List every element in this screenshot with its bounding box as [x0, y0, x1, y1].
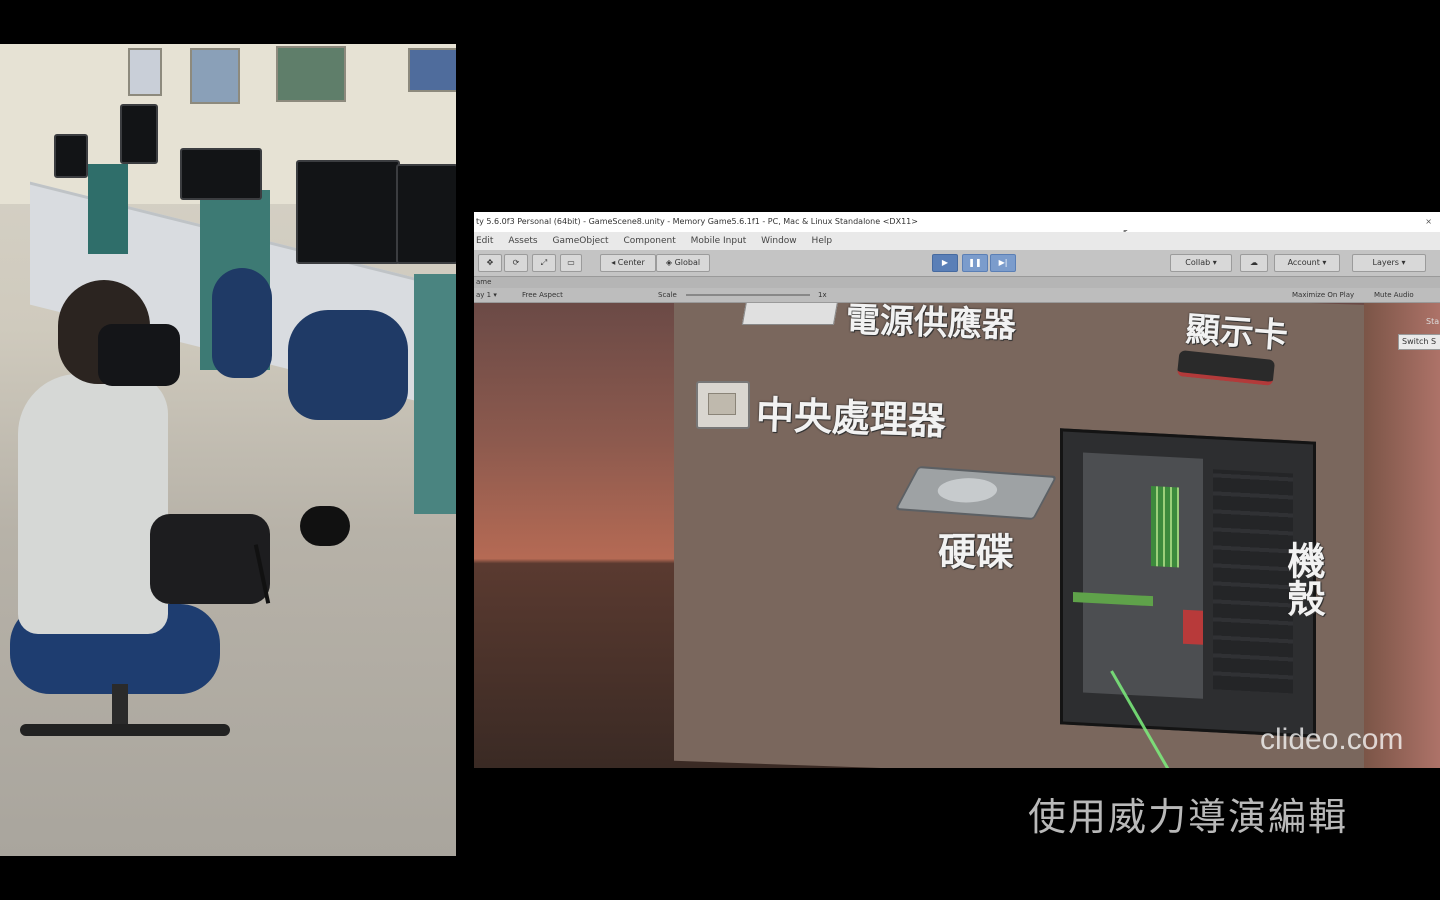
- vr-controller-icon: [300, 506, 350, 546]
- play-button[interactable]: ▶: [932, 254, 958, 272]
- close-button[interactable]: ×: [1425, 212, 1432, 232]
- cpu-model[interactable]: [696, 381, 750, 429]
- clideo-watermark: clideo.com: [1260, 723, 1404, 756]
- label-psu: 電源供應器: [845, 303, 1017, 346]
- label-cpu: 中央處理器: [755, 392, 947, 444]
- label-case: 機殼: [1281, 541, 1325, 617]
- rect-tool-icon[interactable]: ▭: [560, 254, 582, 272]
- monitor: [54, 134, 88, 178]
- case-interior: [1083, 452, 1203, 699]
- rotate-tool-icon[interactable]: ⟳: [504, 254, 528, 272]
- menu-window[interactable]: Window: [761, 236, 797, 246]
- game-viewport[interactable]: 電源供應器 顯示卡 中央處理器 硬碟 機殼 Switch S Sta clide…: [474, 303, 1440, 768]
- person-legs: [150, 514, 270, 604]
- video-subtitle: 使用威力導演編輯: [1028, 795, 1349, 839]
- monitor: [396, 164, 456, 264]
- step-button[interactable]: ▶|: [990, 254, 1016, 272]
- ram-modules: [1151, 486, 1179, 568]
- menu-help[interactable]: Help: [812, 236, 833, 246]
- label-hdd: 硬碟: [938, 530, 1015, 574]
- pivot-center-button[interactable]: ◂ Center: [600, 254, 656, 272]
- menu-mobile-input[interactable]: Mobile Input: [691, 236, 747, 246]
- office-chair: [288, 310, 408, 420]
- red-component: [1183, 609, 1203, 645]
- scale-tool-icon[interactable]: ⤢: [532, 254, 556, 272]
- desk-partition: [414, 274, 456, 514]
- collab-button[interactable]: Collab ▾: [1170, 254, 1232, 272]
- menu-assets[interactable]: Assets: [508, 236, 537, 246]
- cloud-icon[interactable]: ☁: [1240, 254, 1268, 272]
- account-button[interactable]: Account ▾: [1274, 254, 1340, 272]
- sky-background: [1364, 303, 1440, 768]
- wall-poster: [190, 48, 240, 104]
- person: [18, 374, 168, 634]
- menu-edit[interactable]: Edit: [476, 236, 493, 246]
- pivot-global-button[interactable]: ◈ Global: [656, 254, 710, 272]
- chair-base: [20, 724, 230, 736]
- game-tab-row: ame: [474, 277, 1440, 288]
- scale-label: Scale: [658, 291, 677, 299]
- move-tool-icon[interactable]: ✥: [478, 254, 502, 272]
- menu-bar: Edit Assets GameObject Component Mobile …: [474, 232, 1440, 250]
- desk-partition: [88, 164, 128, 254]
- vr-headset-icon: [98, 324, 180, 386]
- window-title: ty 5.6.0f3 Personal (64bit) - GameScene8…: [476, 217, 918, 226]
- title-bar: ty 5.6.0f3 Personal (64bit) - GameScene8…: [474, 212, 1440, 240]
- label-gpu: 顯示卡: [1184, 309, 1290, 357]
- menu-component[interactable]: Component: [623, 236, 675, 246]
- scale-value: 1x: [818, 291, 827, 299]
- tab-game[interactable]: ame: [476, 278, 491, 286]
- wall-poster: [128, 48, 162, 96]
- game-view-bar: ay 1 ▾ Free Aspect Scale 1x Maximize On …: [474, 288, 1440, 303]
- menu-gameobject[interactable]: GameObject: [552, 236, 608, 246]
- psu-model[interactable]: [741, 303, 839, 325]
- switch-button[interactable]: Switch S: [1398, 334, 1440, 350]
- maximize-on-play-toggle[interactable]: Maximize On Play: [1292, 288, 1354, 302]
- monitor: [120, 104, 158, 164]
- wall-poster: [276, 46, 346, 102]
- toolbar: ✥ ⟳ ⤢ ▭ ◂ Center ◈ Global ▶ ❚❚ ▶| Collab…: [474, 250, 1440, 277]
- pause-button[interactable]: ❚❚: [962, 254, 988, 272]
- office-chair: [212, 268, 272, 378]
- unity-editor-window: ty 5.6.0f3 Personal (64bit) - GameScene8…: [474, 212, 1440, 768]
- aspect-dropdown[interactable]: Free Aspect: [522, 288, 563, 302]
- user-photo: [0, 44, 456, 856]
- wall-poster: [408, 48, 456, 92]
- scale-slider[interactable]: [686, 294, 810, 296]
- stats-label[interactable]: Sta: [1426, 317, 1439, 326]
- display-dropdown[interactable]: ay 1 ▾: [476, 288, 497, 302]
- layers-button[interactable]: Layers ▾: [1352, 254, 1426, 272]
- mute-audio-toggle[interactable]: Mute Audio: [1374, 288, 1414, 302]
- monitor: [180, 148, 262, 200]
- monitor: [296, 160, 400, 264]
